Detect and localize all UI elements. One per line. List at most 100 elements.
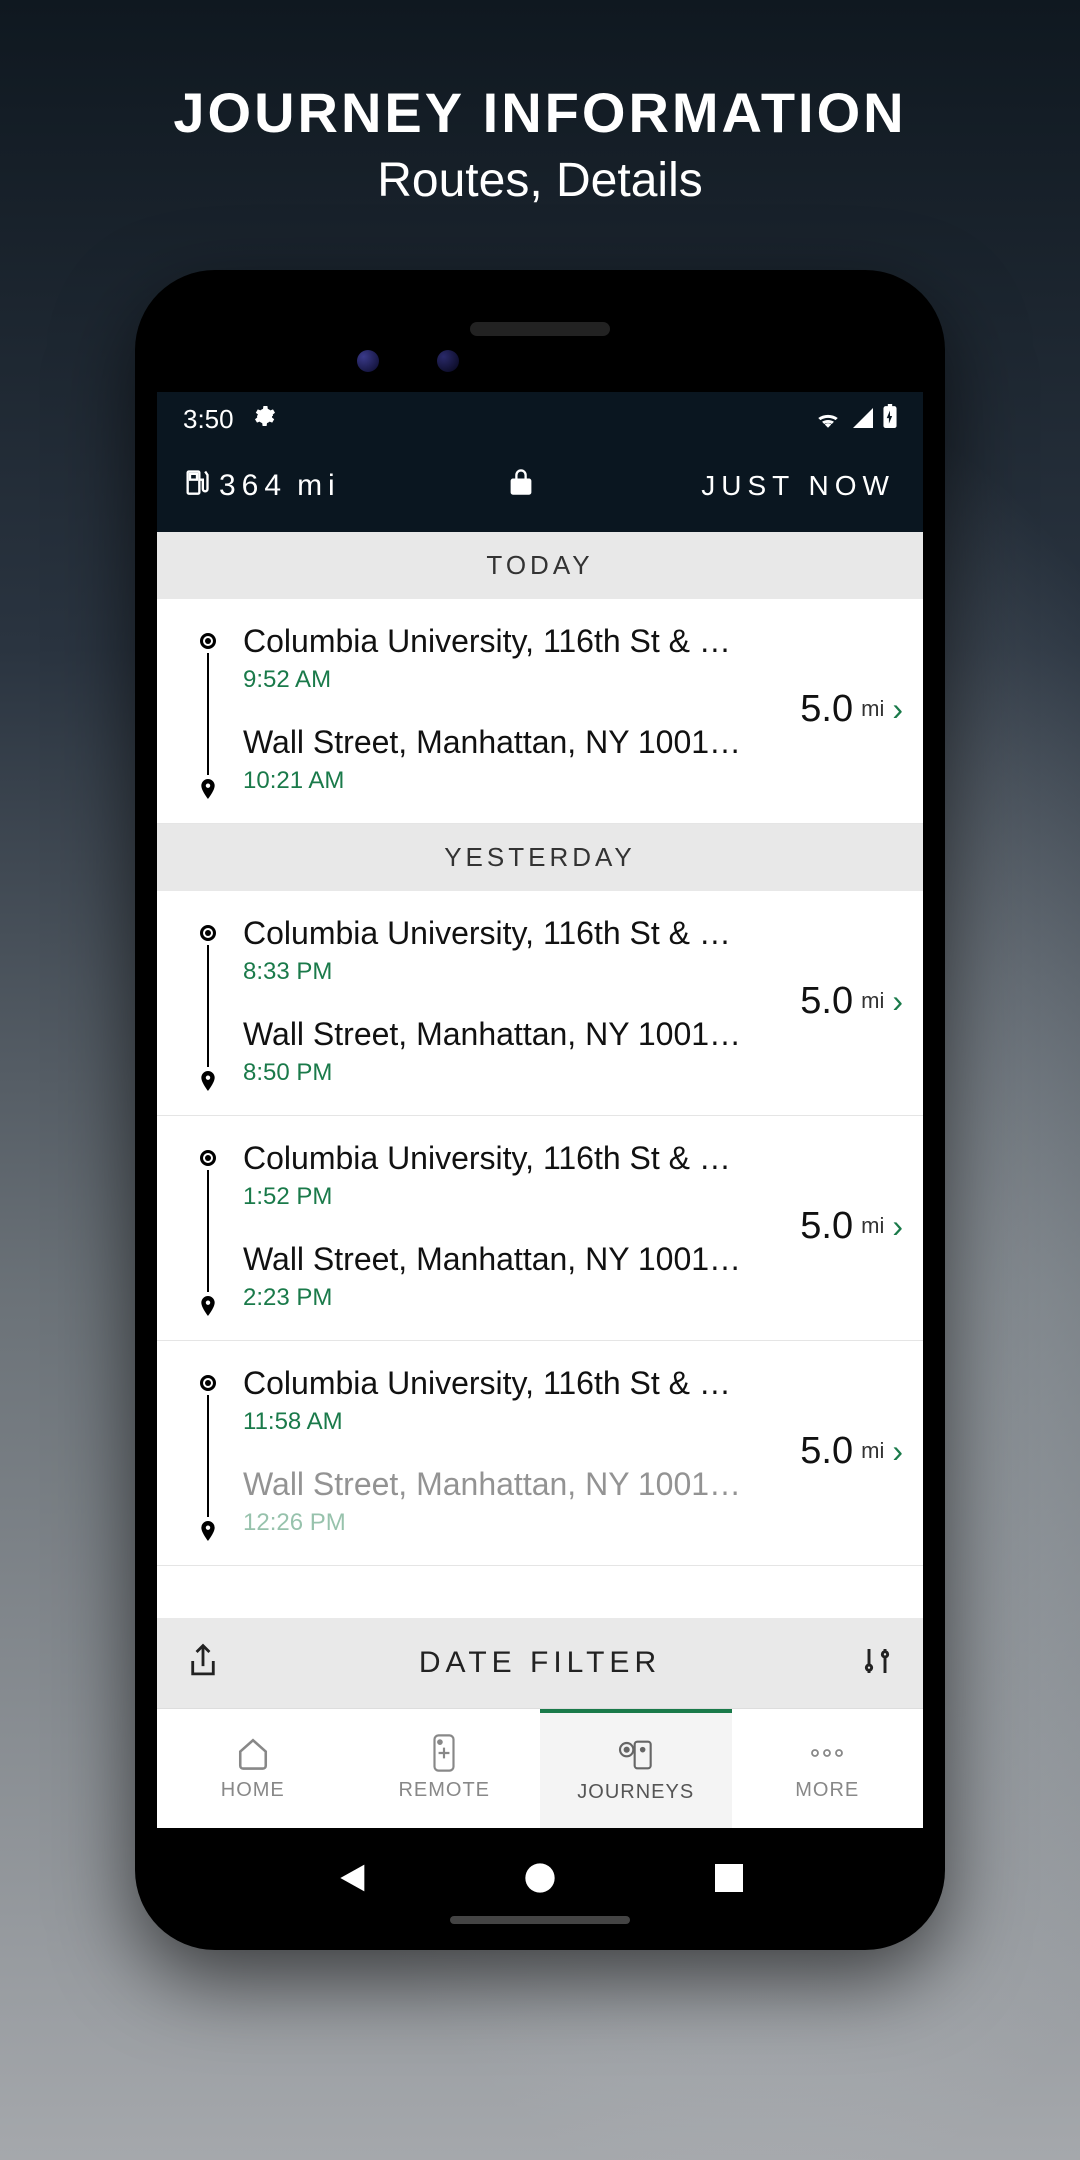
android-back-button[interactable]: [331, 1858, 371, 1898]
journey-list[interactable]: TODAY Columbia University, 116th St & … …: [157, 532, 923, 1708]
distance-value: 5.0: [800, 1205, 853, 1248]
date-filter-label[interactable]: DATE FILTER: [419, 1646, 661, 1680]
nav-label: JOURNEYS: [577, 1781, 694, 1804]
nav-label: MORE: [795, 1779, 859, 1802]
journey-details: Columbia University, 116th St & … 9:52 A…: [223, 623, 753, 795]
app-header: 364 mi JUST NOW: [157, 447, 923, 532]
origin-time: 11:58 AM: [243, 1408, 753, 1436]
range-unit: mi: [297, 469, 341, 503]
chevron-right-icon: ›: [892, 1433, 903, 1470]
destination-time: 2:23 PM: [243, 1284, 753, 1312]
destination-pin-icon: [200, 779, 216, 795]
phone-screen: 3:50: [157, 392, 923, 1828]
journey-distance: 5.0 mi ›: [753, 623, 903, 795]
home-icon: [236, 1735, 270, 1771]
origin-dot-icon: [200, 1375, 216, 1391]
lock-icon: [509, 467, 533, 497]
phone-speaker: [470, 322, 610, 336]
journey-distance: 5.0 mi ›: [753, 915, 903, 1087]
android-home-button[interactable]: [520, 1858, 560, 1898]
destination-pin-icon: [200, 1296, 216, 1312]
signal-icon: [851, 404, 873, 435]
origin-dot-icon: [200, 925, 216, 941]
journey-item[interactable]: Columbia University, 116th St & … 1:52 P…: [157, 1116, 923, 1341]
origin-name: Columbia University, 116th St & …: [243, 623, 753, 660]
journey-distance: 5.0 mi ›: [753, 1365, 903, 1537]
route-indicator: [193, 915, 223, 1087]
chevron-right-icon: ›: [892, 983, 903, 1020]
distance-unit: mi: [861, 1213, 884, 1239]
phone-camera-2: [437, 350, 459, 372]
route-line: [207, 1395, 209, 1517]
promo-header: JOURNEY INFORMATION Routes, Details: [0, 0, 1080, 208]
distance-unit: mi: [861, 1438, 884, 1464]
destination-name: Wall Street, Manhattan, NY 1001…: [243, 1016, 753, 1053]
journey-details: Columbia University, 116th St & … 8:33 P…: [223, 915, 753, 1087]
battery-icon: [883, 404, 897, 435]
filter-settings-button[interactable]: [861, 1645, 893, 1682]
phone-frame: 3:50: [135, 270, 945, 1950]
journey-item[interactable]: Columbia University, 116th St & … 9:52 A…: [157, 599, 923, 824]
chevron-right-icon: ›: [892, 691, 903, 728]
date-filter-bar: DATE FILTER: [157, 1618, 923, 1708]
promo-title: JOURNEY INFORMATION: [0, 80, 1080, 145]
gear-icon: [252, 404, 276, 435]
promo-subtitle: Routes, Details: [0, 153, 1080, 208]
sync-status[interactable]: JUST NOW: [701, 470, 895, 502]
destination-name: Wall Street, Manhattan, NY 1001…: [243, 1241, 753, 1278]
destination-pin-icon: [200, 1071, 216, 1087]
route-line: [207, 653, 209, 775]
distance-value: 5.0: [800, 688, 853, 731]
range-indicator[interactable]: 364 mi: [185, 468, 341, 504]
phone-camera: [357, 350, 379, 372]
destination-name: Wall Street, Manhattan, NY 1001…: [243, 724, 753, 761]
journey-distance: 5.0 mi ›: [753, 1140, 903, 1312]
route-indicator: [193, 623, 223, 795]
origin-time: 8:33 PM: [243, 958, 753, 986]
bottom-nav: HOME REMOTE JOURNEYS: [157, 1708, 923, 1828]
wifi-icon: [815, 404, 841, 435]
origin-name: Columbia University, 116th St & …: [243, 1140, 753, 1177]
range-value: 364: [219, 469, 287, 503]
origin-name: Columbia University, 116th St & …: [243, 1365, 753, 1402]
share-icon: [187, 1643, 219, 1679]
origin-time: 9:52 AM: [243, 666, 753, 694]
android-recents-button[interactable]: [709, 1858, 749, 1898]
journey-item[interactable]: Columbia University, 116th St & … 11:58 …: [157, 1341, 923, 1566]
nav-journeys[interactable]: JOURNEYS: [540, 1709, 732, 1828]
nav-home[interactable]: HOME: [157, 1709, 349, 1828]
distance-unit: mi: [861, 696, 884, 722]
section-header-yesterday: YESTERDAY: [157, 824, 923, 891]
nav-label: REMOTE: [398, 1779, 490, 1802]
nav-label: HOME: [221, 1779, 285, 1802]
journeys-icon: [616, 1737, 656, 1773]
route-indicator: [193, 1140, 223, 1312]
journey-details: Columbia University, 116th St & … 11:58 …: [223, 1365, 753, 1537]
distance-unit: mi: [861, 988, 884, 1014]
remote-icon: [432, 1735, 456, 1771]
more-icon: [809, 1735, 845, 1771]
distance-value: 5.0: [800, 980, 853, 1023]
destination-time: 10:21 AM: [243, 767, 753, 795]
status-time: 3:50: [183, 404, 234, 435]
nav-remote[interactable]: REMOTE: [349, 1709, 541, 1828]
journey-item[interactable]: Columbia University, 116th St & … 8:33 P…: [157, 891, 923, 1116]
journey-details: Columbia University, 116th St & … 1:52 P…: [223, 1140, 753, 1312]
origin-time: 1:52 PM: [243, 1183, 753, 1211]
lock-status[interactable]: [509, 467, 533, 504]
route-indicator: [193, 1365, 223, 1537]
chevron-right-icon: ›: [892, 1208, 903, 1245]
fuel-icon: [185, 468, 209, 504]
origin-name: Columbia University, 116th St & …: [243, 915, 753, 952]
destination-name: Wall Street, Manhattan, NY 1001…: [243, 1466, 753, 1503]
section-header-today: TODAY: [157, 532, 923, 599]
route-line: [207, 945, 209, 1067]
android-status-bar: 3:50: [157, 392, 923, 447]
sliders-icon: [861, 1645, 893, 1677]
share-button[interactable]: [187, 1643, 219, 1684]
nav-more[interactable]: MORE: [732, 1709, 924, 1828]
origin-dot-icon: [200, 633, 216, 649]
destination-time: 12:26 PM: [243, 1509, 753, 1537]
origin-dot-icon: [200, 1150, 216, 1166]
route-line: [207, 1170, 209, 1292]
